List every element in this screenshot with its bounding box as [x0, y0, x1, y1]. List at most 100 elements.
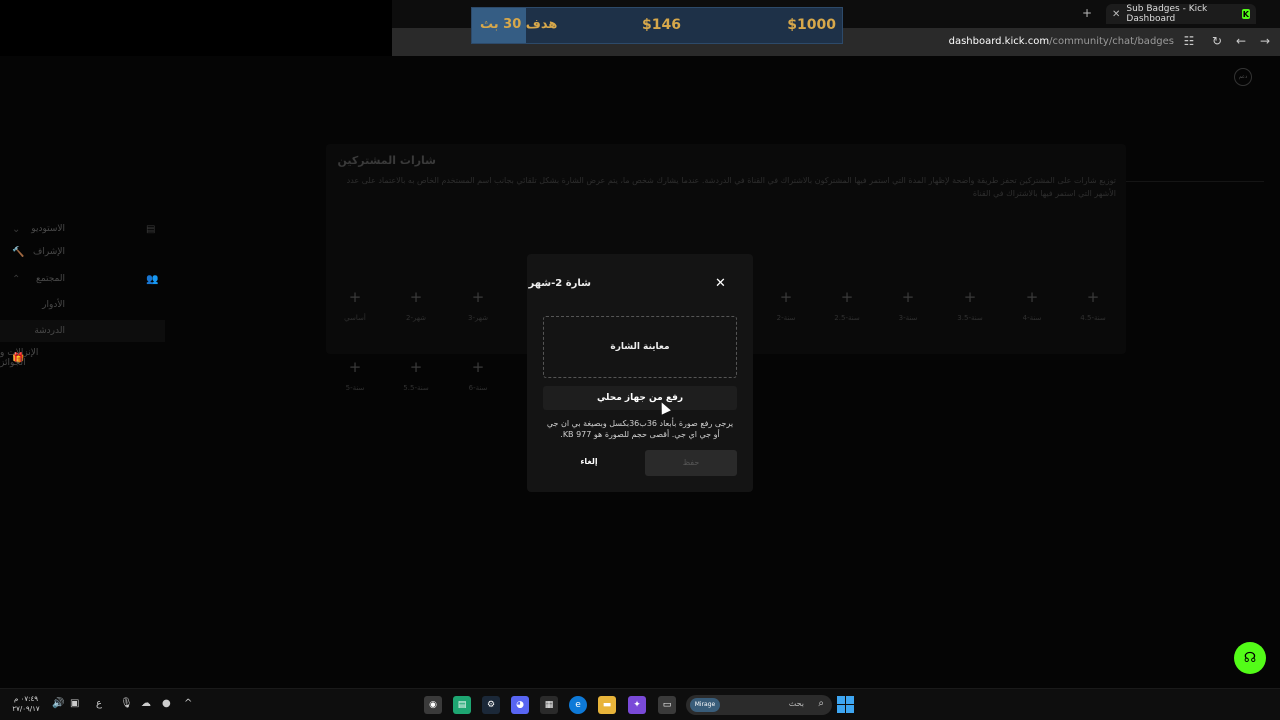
badge-slot[interactable]: + سنة-2: [766, 288, 806, 338]
plus-icon: +: [471, 358, 485, 376]
hammer-icon: 🔨: [12, 246, 25, 258]
taskbar-app-icon[interactable]: ▤: [453, 696, 471, 714]
clock-date: ٢٧/٠٩/١٧: [12, 705, 40, 713]
panel-description: توزيع شارات على المشتركين تحفز طريقة واض…: [346, 176, 1116, 198]
reload-icon[interactable]: ↻: [1210, 34, 1224, 48]
badge-slot[interactable]: + شهر-2: [396, 288, 436, 338]
language-indicator[interactable]: ع: [96, 698, 102, 709]
browser-tab[interactable]: ✕ Sub Badges - Kick Dashboard K: [1106, 4, 1256, 24]
taskbar-app-icon[interactable]: ▭: [658, 696, 676, 714]
url-field[interactable]: dashboard.kick.com/community/chat/badges: [949, 36, 1174, 47]
badge-preview: معاينة الشارة: [543, 316, 737, 378]
headset-icon: ☊: [1243, 650, 1257, 666]
new-tab-button[interactable]: +: [1082, 6, 1092, 20]
donation-goal-bar: هدف 30 بث $146 $1000: [471, 7, 843, 44]
plus-icon: +: [409, 358, 423, 376]
plus-icon: +: [409, 288, 423, 306]
forward-icon[interactable]: →: [1258, 34, 1272, 48]
discord-icon[interactable]: ◕: [511, 696, 529, 714]
modal-title: شارة 2-شهر: [528, 278, 591, 289]
taskbar: ٠٧:٤٩ م ٢٧/٠٩/١٧ 🔊 ▣ ع 🎙 ☁ ● ^ ◉ ▤ ⚙ ◕ ▦…: [0, 688, 1280, 720]
badge-slot-label: شهر-2: [406, 314, 426, 322]
sidebar-item-label: الإنزالات و الجوائز: [0, 348, 39, 368]
badge-slot[interactable]: + سنة-6: [458, 358, 498, 408]
sidebar-item-roles[interactable]: الأدوار: [0, 294, 165, 316]
steam-icon[interactable]: ⚙: [482, 696, 500, 714]
badge-slot-label: سنة-4.5: [1080, 314, 1106, 322]
sidebar-item-community[interactable]: ⌃ المجتمع 👥: [0, 268, 165, 290]
sidebar-item-chat[interactable]: الدردشة: [0, 320, 165, 342]
windows-start-icon[interactable]: [837, 696, 854, 713]
app-tray-icon[interactable]: ●: [162, 698, 171, 709]
badge-slot[interactable]: + سنة-2.5: [827, 288, 867, 338]
plus-icon: +: [1025, 288, 1039, 306]
badge-slot-label: سنة-2.5: [834, 314, 860, 322]
chevron-up-icon[interactable]: ^: [184, 698, 192, 709]
badge-slot-label: شهر-3: [468, 314, 488, 322]
badge-slot[interactable]: + سنة-4: [1012, 288, 1052, 338]
url-domain: dashboard.kick.com: [948, 36, 1050, 47]
chevron-down-icon: ⌄: [12, 223, 21, 235]
badge-slot[interactable]: + سنة-3.5: [950, 288, 990, 338]
badge-slot-label: سنة-4: [1022, 314, 1042, 322]
badge-slot[interactable]: + سنة-4.5: [1073, 288, 1113, 338]
save-button[interactable]: حفظ: [645, 450, 737, 476]
search-art: Mirage: [690, 698, 720, 712]
badge-slot-label: سنة-2: [776, 314, 796, 322]
chevron-up-icon: ⌃: [12, 273, 21, 285]
cancel-button[interactable]: إلغاء: [567, 454, 611, 470]
sidebar-item-label: الدردشة: [34, 326, 65, 336]
sidebar-item-drops[interactable]: 🎁 الإنزالات و الجوائز: [0, 347, 165, 369]
badge-slot[interactable]: + سنة-5.5: [396, 358, 436, 408]
support-button[interactable]: ☊: [1234, 642, 1266, 674]
sidebar-item-label: الأدوار: [42, 300, 65, 310]
plus-icon: +: [840, 288, 854, 306]
studio-icon: ▤: [146, 223, 156, 235]
avatar[interactable]: دعم: [1234, 68, 1252, 86]
plus-icon: +: [963, 288, 977, 306]
badge-slot-label: أساسي: [344, 314, 366, 322]
folder-icon[interactable]: ▬: [598, 696, 616, 714]
store-icon[interactable]: ▦: [540, 696, 558, 714]
taskbar-app-icon[interactable]: ◉: [424, 696, 442, 714]
microphone-icon[interactable]: 🎙: [120, 698, 133, 709]
donation-goal-label: هدف 30 بث: [480, 17, 558, 32]
sidebar-item-label: الإشراف: [33, 247, 65, 257]
badge-slot[interactable]: + سنة-5: [335, 358, 375, 408]
sidebar-item-label: المجتمع: [36, 274, 65, 284]
taskbar-app-icon[interactable]: ✦: [628, 696, 646, 714]
tune-icon[interactable]: ☷: [1182, 34, 1196, 48]
taskbar-clock[interactable]: ٠٧:٤٩ م ٢٧/٠٩/١٧: [10, 694, 42, 714]
plus-icon: +: [779, 288, 793, 306]
edge-icon[interactable]: e: [569, 696, 587, 714]
upload-local-button[interactable]: رفع من جهاز محلي: [543, 386, 737, 410]
sidebar-item-label: الاستوديو: [31, 224, 65, 234]
taskbar-search[interactable]: Mirage بحث ⌕: [686, 695, 832, 715]
upload-help-text: يرجى رفع صورة بأبعاد 36ب36بكسل وبصيغة بي…: [546, 419, 734, 439]
plus-icon: +: [1086, 288, 1100, 306]
close-icon[interactable]: ✕: [715, 276, 726, 291]
community-icon: 👥: [146, 273, 159, 285]
sidebar-item-studio[interactable]: ⌄ الاستوديو ▤: [0, 218, 165, 240]
badge-slot-label: سنة-5: [345, 384, 365, 392]
volume-icon[interactable]: 🔊: [52, 698, 64, 709]
badge-upload-modal: شارة 2-شهر ✕ معاينة الشارة رفع من جهاز م…: [527, 254, 753, 492]
search-placeholder: بحث: [788, 699, 804, 708]
badge-slot[interactable]: + أساسي: [335, 288, 375, 338]
clock-time: ٠٧:٤٩ م: [14, 695, 38, 703]
badge-slot[interactable]: + شهر-3: [458, 288, 498, 338]
badge-slot-label: سنة-3.5: [957, 314, 983, 322]
plus-icon: +: [901, 288, 915, 306]
badge-slot-label: سنة-5.5: [403, 384, 429, 392]
network-icon[interactable]: ▣: [70, 698, 79, 709]
tab-title: Sub Badges - Kick Dashboard: [1126, 4, 1208, 24]
kick-favicon-icon: K: [1241, 9, 1250, 19]
donation-target: $1000: [787, 17, 836, 33]
back-icon[interactable]: ←: [1234, 34, 1248, 48]
onedrive-icon[interactable]: ☁: [141, 698, 151, 709]
tab-close-icon[interactable]: ✕: [1112, 9, 1120, 20]
sidebar-item-moderation[interactable]: 🔨 الإشراف: [0, 241, 165, 263]
badge-slot[interactable]: + سنة-3: [888, 288, 928, 338]
plus-icon: +: [348, 288, 362, 306]
badge-slot-label: سنة-3: [898, 314, 918, 322]
